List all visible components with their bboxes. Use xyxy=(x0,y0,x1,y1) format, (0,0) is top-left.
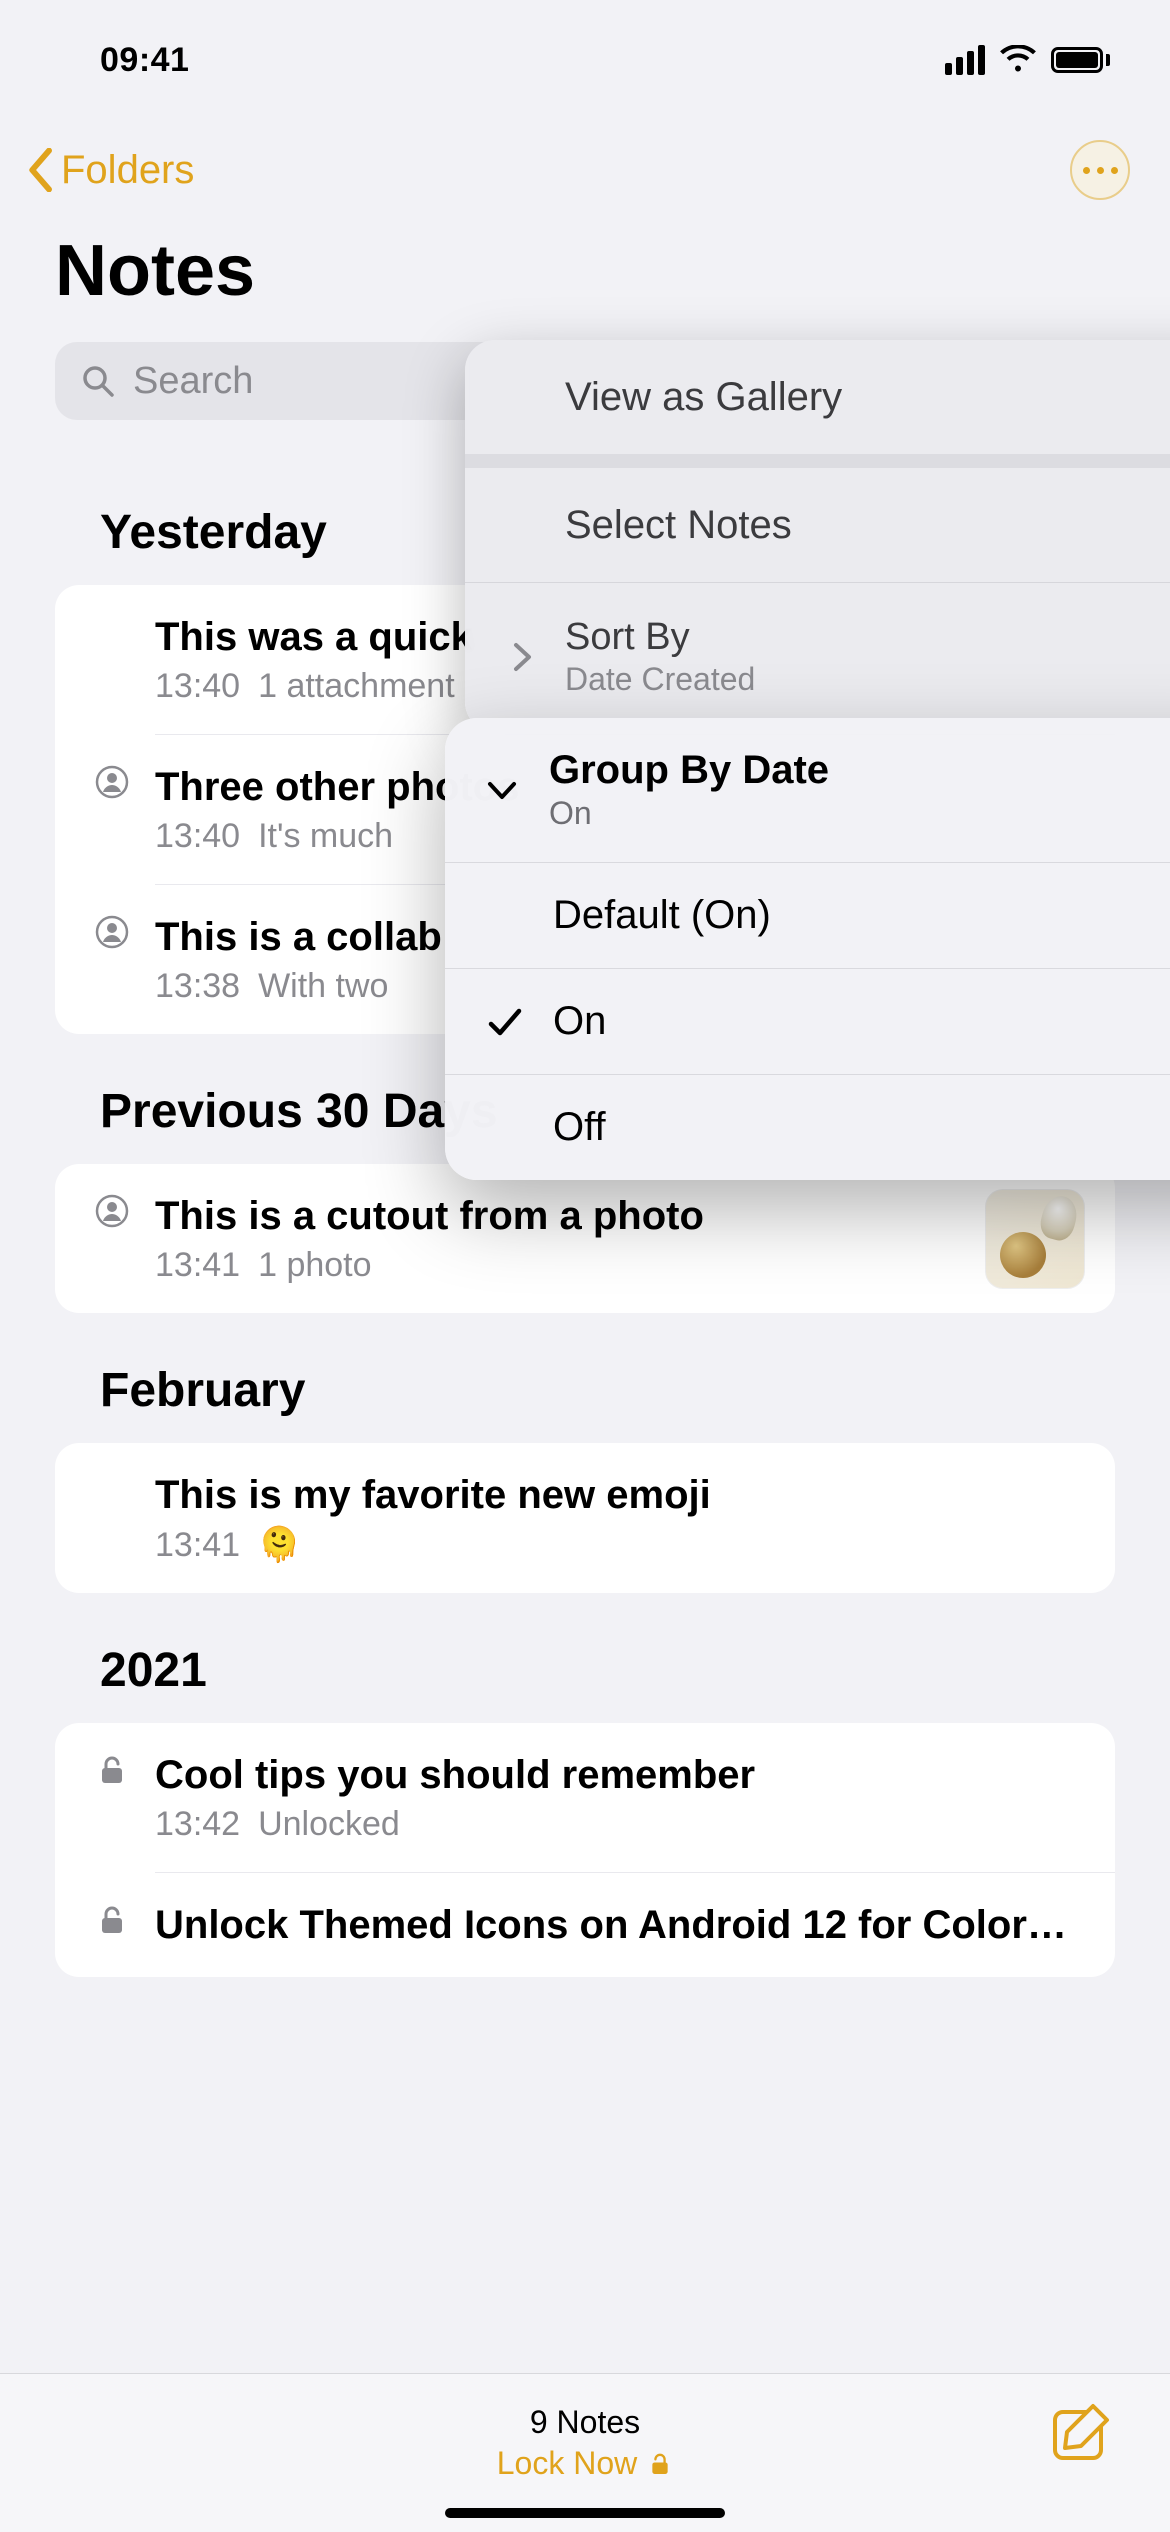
more-menu: View as Gallery Select Notes Sort By Dat… xyxy=(465,340,1170,732)
lock-now-button[interactable]: Lock Now xyxy=(497,2445,674,2482)
wifi-icon xyxy=(999,45,1037,75)
bottom-bar: 9 Notes Lock Now xyxy=(0,2373,1170,2532)
note-title: This is my favorite new emoji xyxy=(155,1471,1081,1519)
menu-option-on[interactable]: On xyxy=(445,969,1170,1075)
group-by-date-menu: Group By Date On Default (On) On Off xyxy=(445,718,1170,1180)
menu-item-sort-by[interactable]: Sort By Date Created xyxy=(465,583,1170,732)
status-icons xyxy=(945,45,1110,75)
chevron-right-icon xyxy=(505,640,539,674)
section-card-prev30: This is a cutout from a photo 13:411 pho… xyxy=(55,1164,1115,1313)
back-button[interactable]: Folders xyxy=(25,148,194,192)
menu-item-view-gallery[interactable]: View as Gallery xyxy=(465,340,1170,468)
menu-option-off[interactable]: Off xyxy=(445,1075,1170,1180)
compose-button[interactable] xyxy=(1049,2400,1115,2466)
chevron-down-icon xyxy=(485,773,519,807)
section-card-february: This is my favorite new emoji 13:41🫠 xyxy=(55,1443,1115,1593)
note-subtitle: 13:41🫠 xyxy=(155,1525,1081,1565)
status-time: 09:41 xyxy=(100,41,189,80)
section-header-february: February xyxy=(0,1313,1170,1443)
page-title: Notes xyxy=(0,210,1170,342)
menu-item-group-by-date[interactable]: Group By Date On xyxy=(445,718,1170,863)
bottom-center: 9 Notes Lock Now xyxy=(497,2404,674,2482)
section-card-2021: Cool tips you should remember 13:42Unloc… xyxy=(55,1723,1115,1977)
note-row[interactable]: This is a cutout from a photo 13:411 pho… xyxy=(155,1164,1115,1313)
back-label: Folders xyxy=(61,150,194,190)
search-placeholder: Search xyxy=(133,360,253,403)
ellipsis-icon xyxy=(1083,167,1118,174)
nav-bar: Folders xyxy=(0,110,1170,210)
notes-count: 9 Notes xyxy=(497,2404,674,2441)
check-icon xyxy=(485,1002,525,1042)
cellular-icon xyxy=(945,45,985,75)
chevron-left-icon xyxy=(25,148,55,192)
note-title: Unlock Themed Icons on Android 12 for Co… xyxy=(155,1901,1081,1949)
more-button[interactable] xyxy=(1070,140,1130,200)
note-title: This is a cutout from a photo xyxy=(155,1192,1081,1240)
section-header-2021: 2021 xyxy=(0,1593,1170,1723)
note-row[interactable]: This is my favorite new emoji 13:41🫠 xyxy=(155,1443,1115,1593)
search-icon xyxy=(81,364,115,398)
note-row[interactable]: Unlock Themed Icons on Android 12 for Co… xyxy=(155,1872,1115,1977)
shared-icon xyxy=(95,765,129,799)
note-row[interactable]: Cool tips you should remember 13:42Unloc… xyxy=(155,1723,1115,1872)
note-subtitle: 13:411 photo xyxy=(155,1246,1081,1285)
note-title: Cool tips you should remember xyxy=(155,1751,1081,1799)
unlocked-icon xyxy=(647,2451,673,2477)
unlocked-icon xyxy=(95,1903,129,1937)
note-thumbnail xyxy=(985,1189,1085,1289)
battery-icon xyxy=(1051,47,1110,73)
home-indicator xyxy=(445,2508,725,2518)
menu-option-default[interactable]: Default (On) xyxy=(445,863,1170,969)
status-bar: 09:41 xyxy=(0,0,1170,110)
shared-icon xyxy=(95,1194,129,1228)
note-subtitle: 13:42Unlocked xyxy=(155,1805,1081,1844)
unlocked-icon xyxy=(95,1753,129,1787)
menu-item-select-notes[interactable]: Select Notes xyxy=(465,468,1170,583)
shared-icon xyxy=(95,915,129,949)
